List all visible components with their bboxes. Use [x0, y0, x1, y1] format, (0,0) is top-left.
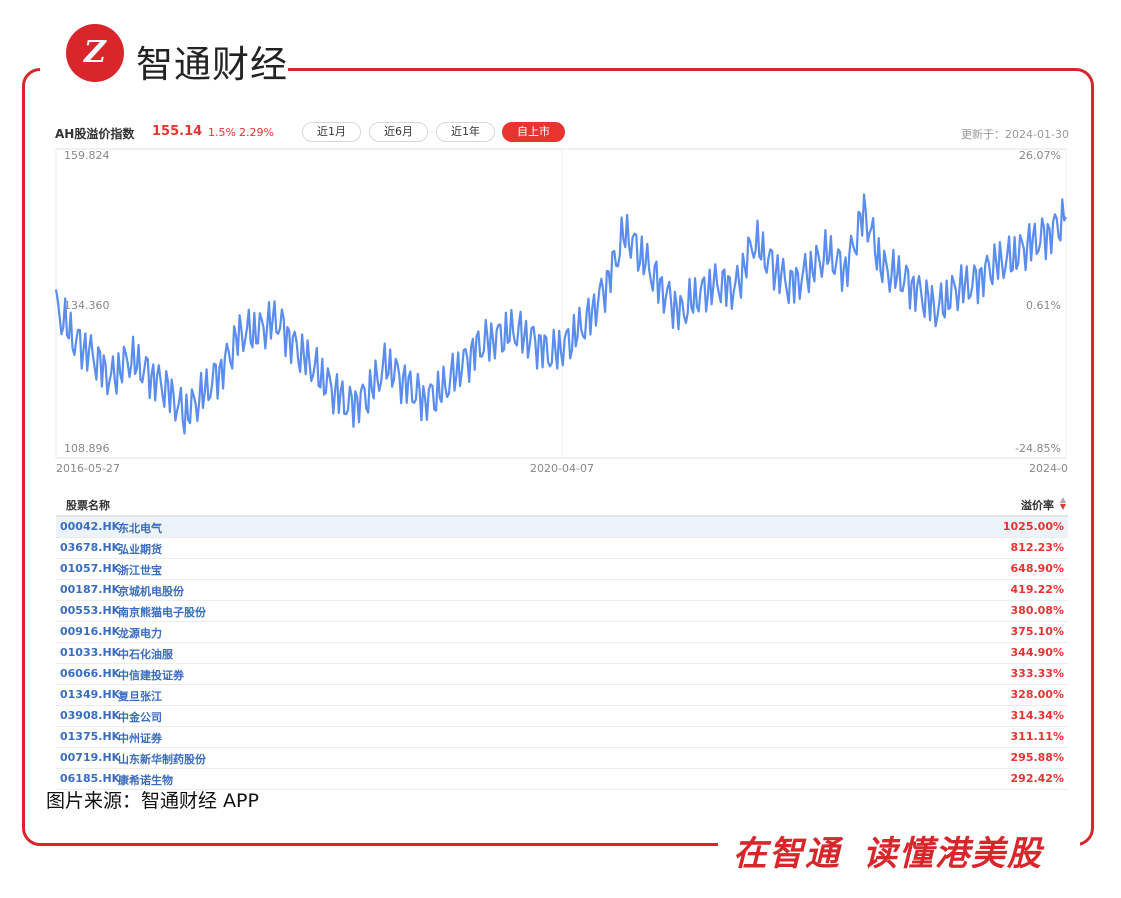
table-row[interactable]: 01033.HK 中石化油服 344.90%	[56, 643, 1068, 664]
slogan-right: 读懂港美股	[863, 834, 1043, 874]
stock-code: 00187.HK	[60, 583, 121, 596]
table-body: 00042.HK 东北电气 1025.00% 03678.HK 弘业期货 812.23% 0…	[56, 517, 1068, 790]
stock-code: 00719.HK	[60, 751, 121, 764]
stock-name: 中金公司	[118, 711, 162, 724]
stock-name: 复旦张江	[118, 690, 162, 703]
stock-code: 00553.HK	[60, 604, 121, 617]
stock-code: 03678.HK	[60, 541, 121, 554]
premium-rate: 311.11%	[1010, 730, 1064, 743]
y-right-tick-label: 26.07%	[1019, 149, 1061, 162]
x-tick-label: 2020-04-07	[530, 462, 594, 475]
table-row[interactable]: 01349.HK 复旦张江 328.00%	[56, 685, 1068, 706]
column-premium-rate[interactable]: 溢价率	[1021, 497, 1054, 513]
column-stock-name[interactable]: 股票名称	[66, 497, 110, 513]
stock-name: 山东新华制药股份	[118, 753, 206, 766]
premium-rate: 1025.00%	[1002, 520, 1064, 533]
sort-down-icon: ▼	[1059, 502, 1066, 511]
sort-icon[interactable]: ▲ ▼	[1059, 496, 1066, 511]
table-row[interactable]: 00187.HK 京城机电股份 419.22%	[56, 580, 1068, 601]
stock-code: 03908.HK	[60, 709, 121, 722]
stock-code: 00042.HK	[60, 520, 121, 533]
premium-rate: 380.08%	[1010, 604, 1064, 617]
y-left-tick-label: 134.360	[64, 299, 110, 312]
stock-code: 06066.HK	[60, 667, 121, 680]
stock-name: 南京熊猫电子股份	[118, 606, 206, 619]
premium-rate: 648.90%	[1010, 562, 1064, 575]
y-right-tick-label: -24.85%	[1015, 442, 1061, 455]
stock-code: 01033.HK	[60, 646, 121, 659]
stock-code: 01349.HK	[60, 688, 121, 701]
stock-name: 弘业期货	[118, 543, 162, 556]
y-left-tick-label: 159.824	[64, 149, 110, 162]
premium-rate: 344.90%	[1010, 646, 1064, 659]
premium-rate: 295.88%	[1010, 751, 1064, 764]
stock-name: 京城机电股份	[118, 585, 184, 598]
y-left-tick-label: 108.896	[64, 442, 110, 455]
table-header: 股票名称 溢价率 ▲ ▼	[56, 493, 1068, 517]
y-right-tick-label: 0.61%	[1026, 299, 1061, 312]
stock-name: 中信建投证券	[118, 669, 184, 682]
stock-name: 龙源电力	[118, 627, 162, 640]
series-line	[54, 193, 1067, 435]
stock-code: 01375.HK	[60, 730, 121, 743]
premium-rate: 328.00%	[1010, 688, 1064, 701]
table-row[interactable]: 01375.HK 中州证券 311.11%	[56, 727, 1068, 748]
premium-table: 股票名称 溢价率 ▲ ▼ 00042.HK 东北电气 1025.00% 03678.H…	[56, 493, 1068, 790]
table-row[interactable]: 06066.HK 中信建投证券 333.33%	[56, 664, 1068, 685]
stock-name: 中州证券	[118, 732, 162, 745]
stock-code: 00916.HK	[60, 625, 121, 638]
table-row[interactable]: 00042.HK 东北电气 1025.00%	[56, 517, 1068, 538]
stock-name: 中石化油服	[118, 648, 173, 661]
table-row[interactable]: 03678.HK 弘业期货 812.23%	[56, 538, 1068, 559]
x-tick-label: 2016-05-27	[56, 462, 120, 475]
table-row[interactable]: 03908.HK 中金公司 314.34%	[56, 706, 1068, 727]
premium-rate: 419.22%	[1010, 583, 1064, 596]
brand-slogan: 在智通 读懂港美股	[733, 826, 1043, 875]
stock-name: 东北电气	[118, 522, 162, 535]
premium-rate: 333.33%	[1010, 667, 1064, 680]
premium-rate: 812.23%	[1010, 541, 1064, 554]
premium-index-chart: 159.824 134.360 108.896 26.07% 0.61% -24.85% 2…	[54, 148, 1068, 475]
premium-rate: 314.34%	[1010, 709, 1064, 722]
image-source: 图片来源：智通财经 APP	[46, 790, 259, 812]
x-tick-label: 2024-0	[1029, 462, 1068, 475]
slogan-left: 在智通	[733, 834, 841, 874]
table-row-partial	[56, 776, 1068, 782]
stock-name: 浙江世宝	[118, 564, 162, 577]
premium-rate: 375.10%	[1010, 625, 1064, 638]
table-row[interactable]: 00916.HK 龙源电力 375.10%	[56, 622, 1068, 643]
stock-code: 01057.HK	[60, 562, 121, 575]
table-row[interactable]: 00553.HK 南京熊猫电子股份 380.08%	[56, 601, 1068, 622]
table-row[interactable]: 01057.HK 浙江世宝 648.90%	[56, 559, 1068, 580]
table-row[interactable]: 00719.HK 山东新华制药股份 295.88%	[56, 748, 1068, 769]
